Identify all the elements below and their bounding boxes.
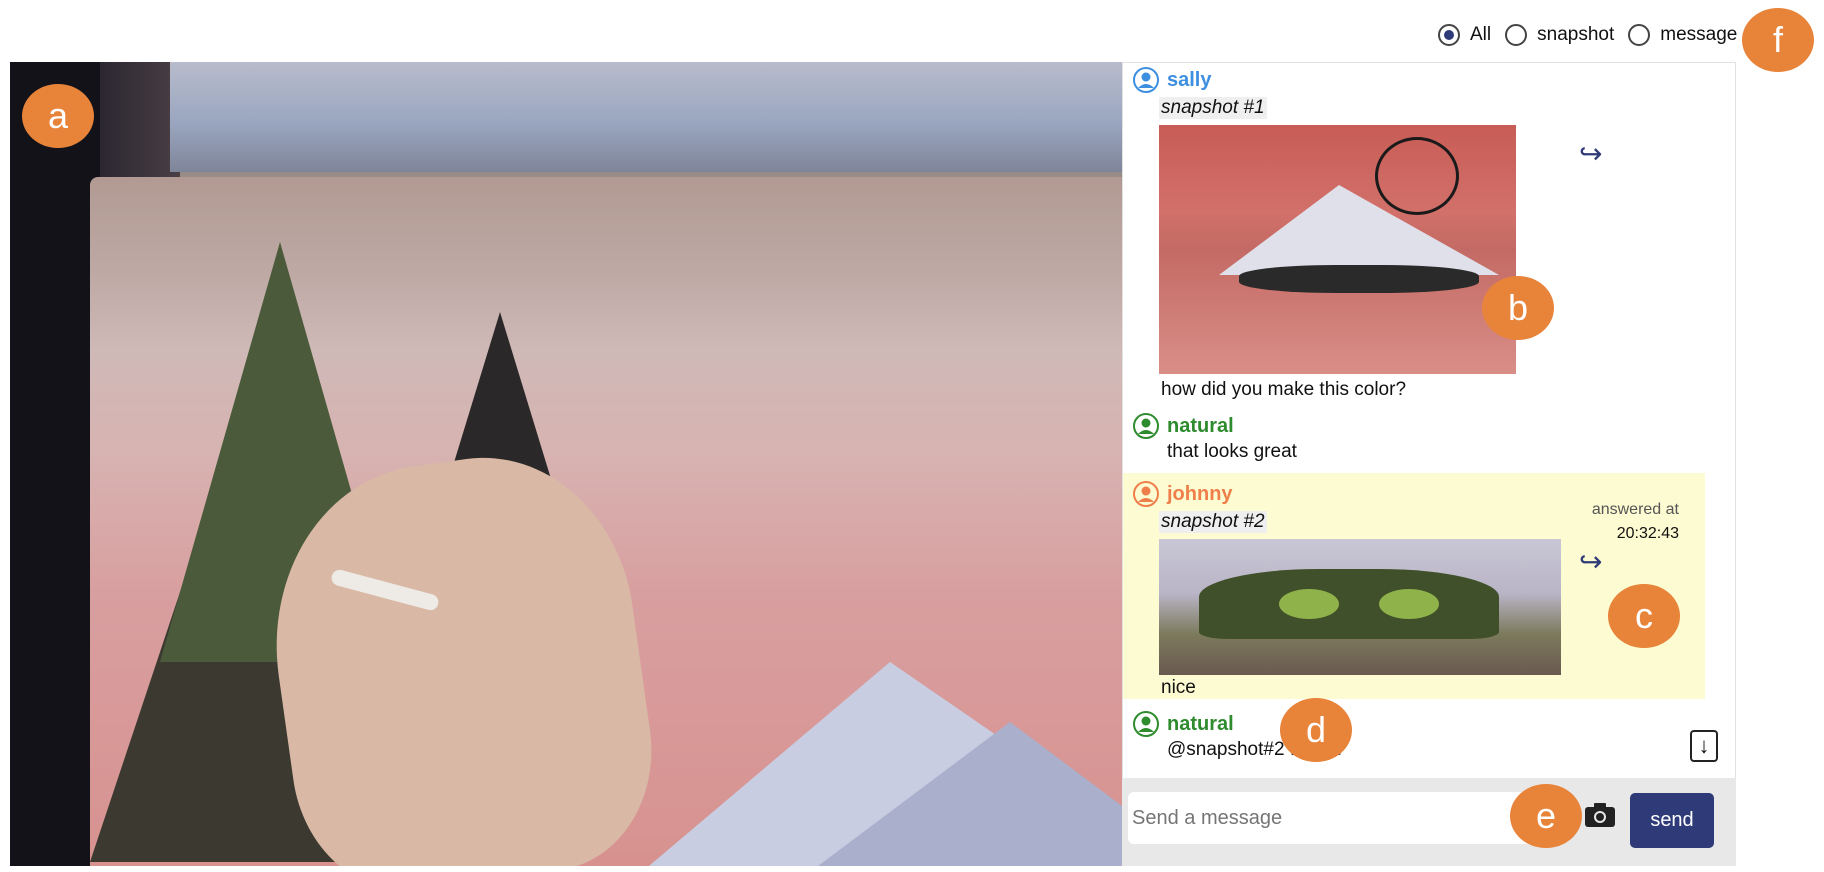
video-player[interactable] — [10, 62, 1122, 866]
annotation-badge-a: a — [22, 84, 94, 148]
annotation-badge-c: c — [1608, 584, 1680, 648]
thumbnail-bush — [1379, 589, 1439, 619]
answered-time: 20:32:43 — [1616, 525, 1679, 542]
user-avatar-icon — [1133, 711, 1159, 737]
annotation-badge-f: f — [1742, 8, 1814, 72]
scroll-to-bottom-button[interactable]: ↓ — [1690, 730, 1718, 762]
snapshot-label: snapshot #1 — [1159, 97, 1267, 119]
filter-bar: All snapshot message — [1438, 24, 1751, 46]
filter-all-label: All — [1470, 24, 1492, 45]
radio-selected-icon[interactable] — [1438, 24, 1460, 46]
chat-message: natural @snapshot#2 I did it — [1133, 711, 1713, 767]
thumbnail-island — [1199, 569, 1499, 639]
send-button[interactable]: send — [1630, 793, 1714, 848]
thumbnail-bush — [1279, 589, 1339, 619]
answered-label: answered at — [1591, 501, 1679, 518]
filter-message-label: message — [1660, 24, 1738, 45]
message-username: natural — [1167, 713, 1234, 735]
painted-mountain — [810, 722, 1122, 866]
message-username: natural — [1167, 415, 1234, 437]
snapshot-thumbnail[interactable] — [1159, 539, 1561, 675]
filter-all-radio[interactable]: All — [1438, 24, 1491, 46]
snapshot-label: snapshot #2 — [1159, 511, 1267, 533]
chat-message: natural that looks great — [1133, 413, 1713, 469]
user-avatar-icon — [1133, 481, 1159, 507]
chat-panel[interactable]: sally snapshot #1 ↪ how did you make thi… — [1122, 62, 1736, 866]
filter-snapshot-radio[interactable]: snapshot — [1505, 24, 1614, 46]
message-username: sally — [1167, 69, 1212, 91]
share-arrow-icon[interactable]: ↪ — [1579, 545, 1602, 578]
chat-message: sally snapshot #1 ↪ how did you make thi… — [1133, 67, 1713, 407]
message-composer: send — [1122, 778, 1736, 866]
message-input[interactable] — [1128, 792, 1558, 844]
radio-empty-icon[interactable] — [1505, 24, 1528, 46]
thumbnail-island — [1239, 265, 1479, 293]
annotation-badge-e: e — [1510, 784, 1582, 848]
arrow-down-icon: ↓ — [1698, 733, 1710, 758]
snapshot-thumbnail[interactable] — [1159, 125, 1516, 374]
annotation-badge-d: d — [1280, 698, 1352, 762]
thumbnail-mountain — [1219, 185, 1499, 275]
message-text: nice — [1161, 677, 1196, 698]
filter-snapshot-label: snapshot — [1537, 24, 1615, 45]
message-text: how did you make this color? — [1161, 379, 1407, 400]
message-username: johnny — [1167, 483, 1233, 505]
video-board — [170, 62, 1122, 172]
video-backdrop — [10, 62, 100, 866]
share-arrow-icon[interactable]: ↪ — [1579, 137, 1602, 170]
annotation-badge-b: b — [1482, 276, 1554, 340]
user-avatar-icon — [1133, 67, 1159, 93]
annotation-circle — [1375, 137, 1459, 215]
filter-message-radio[interactable]: message — [1628, 24, 1737, 46]
message-text: that looks great — [1167, 441, 1297, 462]
user-avatar-icon — [1133, 413, 1159, 439]
camera-icon[interactable] — [1584, 802, 1616, 828]
radio-empty-icon[interactable] — [1628, 24, 1651, 46]
